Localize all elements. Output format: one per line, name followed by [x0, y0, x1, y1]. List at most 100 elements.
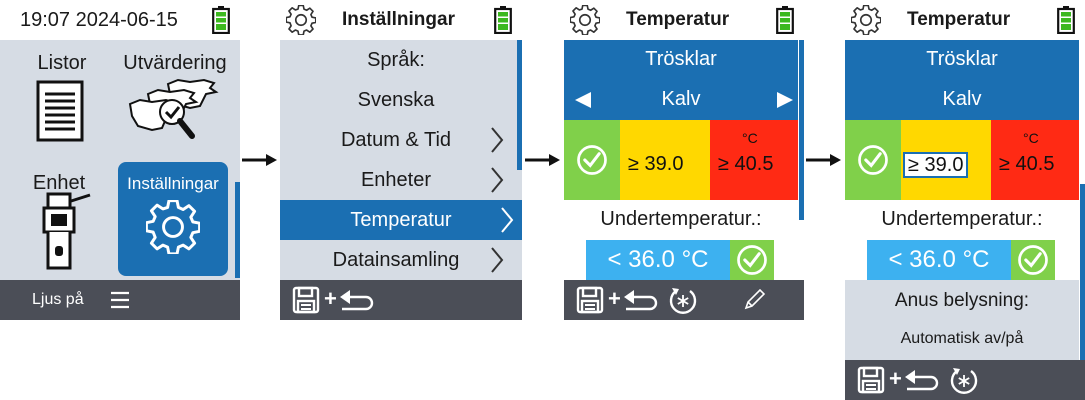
list-item-svenska[interactable]: Svenska: [280, 80, 512, 120]
threshold-fever-cell[interactable]: °C ≥ 40.5: [991, 120, 1079, 200]
flow-arrow-icon: [242, 154, 277, 166]
list-item-datum-tid[interactable]: Datum & Tid: [280, 120, 512, 160]
plus-icon: +: [889, 366, 902, 391]
animal-type-value[interactable]: Kalv: [564, 88, 798, 111]
reset-icon[interactable]: [668, 285, 698, 315]
page-title: Inställningar: [342, 9, 455, 30]
plus-icon: +: [324, 286, 337, 311]
list-item-label: Språk:: [367, 49, 425, 71]
title-bar: Inställningar: [280, 0, 522, 40]
check-icon: [574, 142, 610, 178]
tile-utvardering-label: Utvärdering: [123, 52, 227, 74]
list-item-label: Datum & Tid: [340, 129, 452, 151]
battery-icon: [494, 6, 512, 34]
undertemp-label: Undertemperatur.:: [600, 208, 762, 230]
undertemp-label: Undertemperatur.:: [881, 208, 1043, 230]
temperature-edit-screen: Temperatur Trösklar Kalv ≥ 39.0 °C ≥ 40.…: [845, 0, 1085, 400]
scrollbar[interactable]: [799, 40, 804, 220]
flow-arrow-icon: [525, 154, 560, 166]
anus-light-section: Anus belysning: Automatisk av/på: [845, 280, 1079, 360]
battery-icon: [212, 6, 230, 34]
threshold-warning-cell[interactable]: ≥ 39.0: [620, 120, 710, 200]
threshold-warning-value: ≥ 39.0: [628, 153, 684, 175]
list-item-enheter[interactable]: Enheter: [280, 160, 512, 200]
unit-label: °C: [742, 130, 758, 146]
temperature-body: Trösklar Kalv ≥ 39.0 °C ≥ 40.5 Undertemp…: [564, 40, 804, 280]
list-item-datainsamling[interactable]: Datainsamling: [280, 240, 512, 280]
threshold-header: Trösklar Kalv: [845, 40, 1079, 120]
threshold-normal-cell: [845, 120, 901, 200]
back-arrow-icon[interactable]: [338, 288, 374, 312]
footer-bar: Ljus på: [0, 280, 240, 320]
main-menu-screen: 19:07 2024-06-15 Listor Utvärdering Enhe…: [0, 0, 240, 320]
settings-screen: Inställningar Språk: Svenska Datum & Tid…: [280, 0, 522, 320]
gear-icon: [286, 5, 316, 35]
settings-list: Språk: Svenska Datum & Tid Enheter Tempe…: [280, 40, 522, 280]
check-icon: [1015, 242, 1051, 278]
title-bar: Temperatur: [564, 0, 804, 40]
status-bar: 19:07 2024-06-15: [0, 0, 240, 40]
list-item-label: Svenska: [357, 89, 435, 111]
scrollbar[interactable]: [235, 182, 240, 278]
threshold-header: Trösklar Kalv: [564, 40, 798, 120]
gear-icon: [146, 200, 200, 254]
check-icon: [855, 142, 891, 178]
animal-type-value[interactable]: Kalv: [845, 88, 1079, 111]
main-menu-grid: Listor Utvärdering Enhet Inställningar: [0, 40, 240, 280]
back-arrow-icon[interactable]: [903, 368, 939, 392]
back-arrow-icon[interactable]: [622, 288, 658, 312]
threshold-fever-value: ≥ 40.5: [718, 153, 774, 175]
scrollbar[interactable]: [1080, 184, 1085, 360]
list-item-temperatur[interactable]: Temperatur: [280, 200, 522, 240]
footer-bar: +: [845, 360, 1085, 400]
plus-icon: +: [608, 286, 621, 311]
flow-arrow-icon: [806, 154, 841, 166]
light-on-label[interactable]: Ljus på: [32, 291, 84, 309]
gear-icon: [570, 5, 600, 35]
threshold-fever-cell[interactable]: °C ≥ 40.5: [710, 120, 798, 200]
check-icon: [734, 242, 770, 278]
save-icon[interactable]: [292, 286, 320, 314]
thresholds-title: Trösklar: [926, 48, 998, 70]
unit-label: °C: [1023, 130, 1039, 146]
battery-icon: [1057, 6, 1075, 34]
chevron-right-icon: [501, 207, 514, 233]
anus-light-value[interactable]: Automatisk av/på: [845, 330, 1079, 348]
hamburger-icon[interactable]: [110, 291, 130, 309]
list-item-label: Enheter: [360, 169, 432, 191]
battery-icon: [776, 6, 794, 34]
page-title: Temperatur: [626, 9, 730, 30]
threshold-warning-input[interactable]: ≥ 39.0: [903, 152, 969, 178]
threshold-warning-cell[interactable]: ≥ 39.0: [901, 120, 991, 200]
tile-installningar-label: Inställningar: [127, 174, 219, 193]
footer-bar: +: [564, 280, 804, 320]
undertemp-status: [1011, 240, 1055, 280]
page-title: Temperatur: [907, 9, 1011, 30]
save-icon[interactable]: [857, 366, 885, 394]
undertemp-value[interactable]: < 36.0 °C: [586, 240, 730, 280]
clock: 19:07 2024-06-15: [20, 9, 178, 31]
temperature-screen: Temperatur Trösklar Kalv ≥ 39.0 °C ≥ 40.…: [564, 0, 804, 320]
thresholds-title: Trösklar: [645, 48, 717, 70]
thermometer-device-icon: [42, 192, 91, 270]
save-icon[interactable]: [576, 286, 604, 314]
list-item-label: Temperatur: [350, 209, 452, 231]
document-icon: [36, 80, 84, 142]
undertemp-status: [730, 240, 774, 280]
anus-light-label: Anus belysning:: [894, 290, 1030, 311]
title-bar: Temperatur: [845, 0, 1085, 40]
tile-installningar[interactable]: Inställningar: [118, 162, 228, 276]
pencil-icon[interactable]: [742, 288, 766, 312]
list-item-label: Datainsamling: [332, 249, 460, 271]
footer-bar: +: [280, 280, 522, 320]
temperature-body: Trösklar Kalv ≥ 39.0 °C ≥ 40.5 Undertemp…: [845, 40, 1085, 360]
tile-listor-label: Listor: [37, 52, 87, 74]
chevron-right-icon: [490, 246, 504, 274]
undertemp-value[interactable]: < 36.0 °C: [867, 240, 1011, 280]
threshold-normal-cell: [564, 120, 620, 200]
gear-icon: [851, 5, 881, 35]
cows-magnifier-icon: [128, 78, 219, 139]
scrollbar[interactable]: [517, 40, 522, 170]
arrow-right-icon[interactable]: [776, 92, 794, 108]
reset-icon[interactable]: [949, 365, 979, 395]
